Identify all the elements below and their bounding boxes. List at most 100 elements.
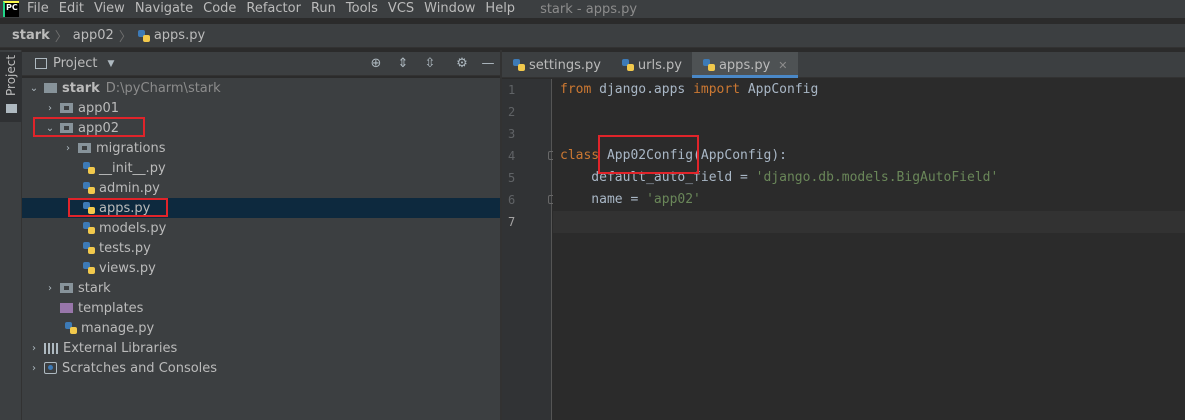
menu-tools[interactable]: Tools bbox=[341, 0, 383, 18]
code-token: import bbox=[693, 82, 741, 97]
python-file-icon bbox=[82, 181, 96, 195]
tree-item-label: manage.py bbox=[81, 320, 155, 336]
chevron-right-icon[interactable]: › bbox=[28, 363, 40, 374]
chevron-right-icon[interactable]: › bbox=[44, 283, 56, 294]
tree-item-label: tests.py bbox=[99, 240, 151, 256]
code-token: django.apps bbox=[591, 82, 694, 97]
code-token: 'django.db.models.BigAutoField' bbox=[755, 170, 999, 185]
code-token: name = bbox=[560, 192, 647, 207]
menu-help[interactable]: Help bbox=[480, 0, 520, 18]
breadcrumb-project[interactable]: stark bbox=[12, 28, 50, 43]
menu-edit[interactable]: Edit bbox=[54, 0, 89, 18]
tree-item-label: stark bbox=[62, 80, 100, 96]
tree-item-stark-root[interactable]: ⌄ stark D:\pyCharm\stark bbox=[22, 78, 500, 98]
chevron-right-icon[interactable]: › bbox=[44, 103, 56, 114]
pycharm-logo-icon: PC bbox=[0, 0, 22, 18]
project-path: D:\pyCharm\stark bbox=[105, 80, 221, 96]
tree-item-label: apps.py bbox=[99, 200, 151, 216]
menu-refactor[interactable]: Refactor bbox=[241, 0, 306, 18]
python-file-icon bbox=[512, 58, 526, 72]
tab-urls-py[interactable]: urls.py bbox=[611, 52, 692, 78]
project-view-icon bbox=[35, 58, 47, 69]
tree-item-app01[interactable]: › app01 bbox=[22, 98, 500, 118]
python-file-icon bbox=[702, 58, 716, 72]
line-number: 3 bbox=[508, 127, 516, 141]
chevron-right-icon[interactable]: › bbox=[28, 343, 40, 354]
chevron-right-icon[interactable]: › bbox=[62, 143, 74, 154]
breadcrumb: stark 〉 app02 〉 apps.py bbox=[0, 24, 1185, 48]
tree-item-admin-py[interactable]: admin.py bbox=[22, 178, 500, 198]
close-icon[interactable]: ✕ bbox=[778, 59, 787, 72]
tree-item-stark-package[interactable]: › stark bbox=[22, 278, 500, 298]
folder-icon bbox=[44, 83, 57, 93]
code-line-4: class App02Config(AppConfig): bbox=[560, 145, 787, 167]
code-token: AppConfig bbox=[740, 82, 819, 97]
breadcrumb-separator-icon: 〉 bbox=[118, 30, 132, 45]
python-file-icon bbox=[64, 321, 78, 335]
tree-item-label: stark bbox=[78, 280, 111, 296]
python-file-icon bbox=[82, 261, 96, 275]
line-number: 6 bbox=[508, 193, 516, 207]
locate-file-icon[interactable]: ⊕ bbox=[368, 56, 384, 72]
tree-item-app02[interactable]: ⌄ app02 bbox=[22, 118, 500, 138]
menu-bar: PC File Edit View Navigate Code Refactor… bbox=[0, 0, 1185, 18]
chevron-down-icon[interactable]: ▼ bbox=[107, 59, 114, 69]
chevron-down-icon[interactable]: ⌄ bbox=[28, 83, 40, 94]
expand-all-icon[interactable]: ⇕ bbox=[395, 56, 411, 72]
code-token: class bbox=[560, 148, 600, 163]
tab-label: apps.py bbox=[718, 57, 771, 73]
tree-item-templates[interactable]: templates bbox=[22, 298, 500, 318]
line-number: 1 bbox=[508, 83, 516, 97]
menu-file[interactable]: File bbox=[22, 0, 54, 18]
tab-settings-py[interactable]: settings.py bbox=[502, 52, 611, 78]
breadcrumb-folder[interactable]: app02 bbox=[73, 28, 114, 43]
tree-item-apps-py[interactable]: apps.py bbox=[22, 198, 500, 218]
code-editor[interactable]: from django.apps import AppConfig class … bbox=[553, 79, 1185, 420]
line-number: 7 bbox=[508, 215, 516, 229]
tree-item-tests-py[interactable]: tests.py bbox=[22, 238, 500, 258]
tree-item-models-py[interactable]: models.py bbox=[22, 218, 500, 238]
tree-item-label: models.py bbox=[99, 220, 167, 236]
menu-code[interactable]: Code bbox=[198, 0, 241, 18]
tree-item-migrations[interactable]: › migrations bbox=[22, 138, 500, 158]
project-panel-title[interactable]: Project bbox=[53, 56, 97, 71]
line-number: 2 bbox=[508, 105, 516, 119]
python-file-icon bbox=[137, 29, 151, 43]
code-token: from bbox=[560, 82, 592, 97]
scratches-icon bbox=[44, 362, 57, 374]
tree-item-manage-py[interactable]: manage.py bbox=[22, 318, 500, 338]
tree-item-label: Scratches and Consoles bbox=[62, 360, 218, 376]
breadcrumb-separator-icon: 〉 bbox=[54, 30, 68, 45]
project-tree: ⌄ stark D:\pyCharm\stark › app01 ⌄ app02… bbox=[22, 78, 500, 420]
tree-item-init-py[interactable]: __init__.py bbox=[22, 158, 500, 178]
hide-panel-icon[interactable]: — bbox=[480, 56, 496, 72]
chevron-down-icon[interactable]: ⌄ bbox=[44, 123, 56, 134]
tab-label: settings.py bbox=[529, 57, 601, 73]
current-line-highlight bbox=[553, 211, 1185, 233]
gear-icon[interactable]: ⚙ bbox=[454, 56, 470, 72]
tree-item-views-py[interactable]: views.py bbox=[22, 258, 500, 278]
python-file-icon bbox=[82, 221, 96, 235]
menu-vcs[interactable]: VCS bbox=[383, 0, 419, 18]
tree-item-label: app01 bbox=[78, 100, 120, 116]
tree-item-external-libraries[interactable]: › External Libraries bbox=[22, 338, 500, 358]
tab-apps-py[interactable]: apps.py ✕ bbox=[691, 52, 798, 78]
editor-tab-bar: settings.py urls.py apps.py ✕ bbox=[502, 52, 1185, 78]
tree-item-scratches[interactable]: › Scratches and Consoles bbox=[22, 358, 500, 378]
package-folder-icon bbox=[60, 283, 73, 293]
python-file-icon bbox=[621, 58, 635, 72]
tree-item-label: views.py bbox=[99, 260, 156, 276]
package-folder-icon bbox=[78, 143, 91, 153]
breadcrumb-file[interactable]: apps.py bbox=[154, 28, 205, 43]
collapse-all-icon[interactable]: ⇳ bbox=[422, 56, 438, 72]
python-file-icon bbox=[82, 161, 96, 175]
package-folder-icon bbox=[60, 103, 73, 113]
tree-item-label: app02 bbox=[78, 120, 120, 136]
menu-navigate[interactable]: Navigate bbox=[130, 0, 198, 18]
code-line-5: default_auto_field = 'django.db.models.B… bbox=[560, 167, 998, 189]
menu-window[interactable]: Window bbox=[419, 0, 480, 18]
library-icon bbox=[44, 342, 58, 354]
menu-view[interactable]: View bbox=[89, 0, 130, 18]
tree-item-label: migrations bbox=[96, 140, 166, 156]
menu-run[interactable]: Run bbox=[306, 0, 341, 18]
